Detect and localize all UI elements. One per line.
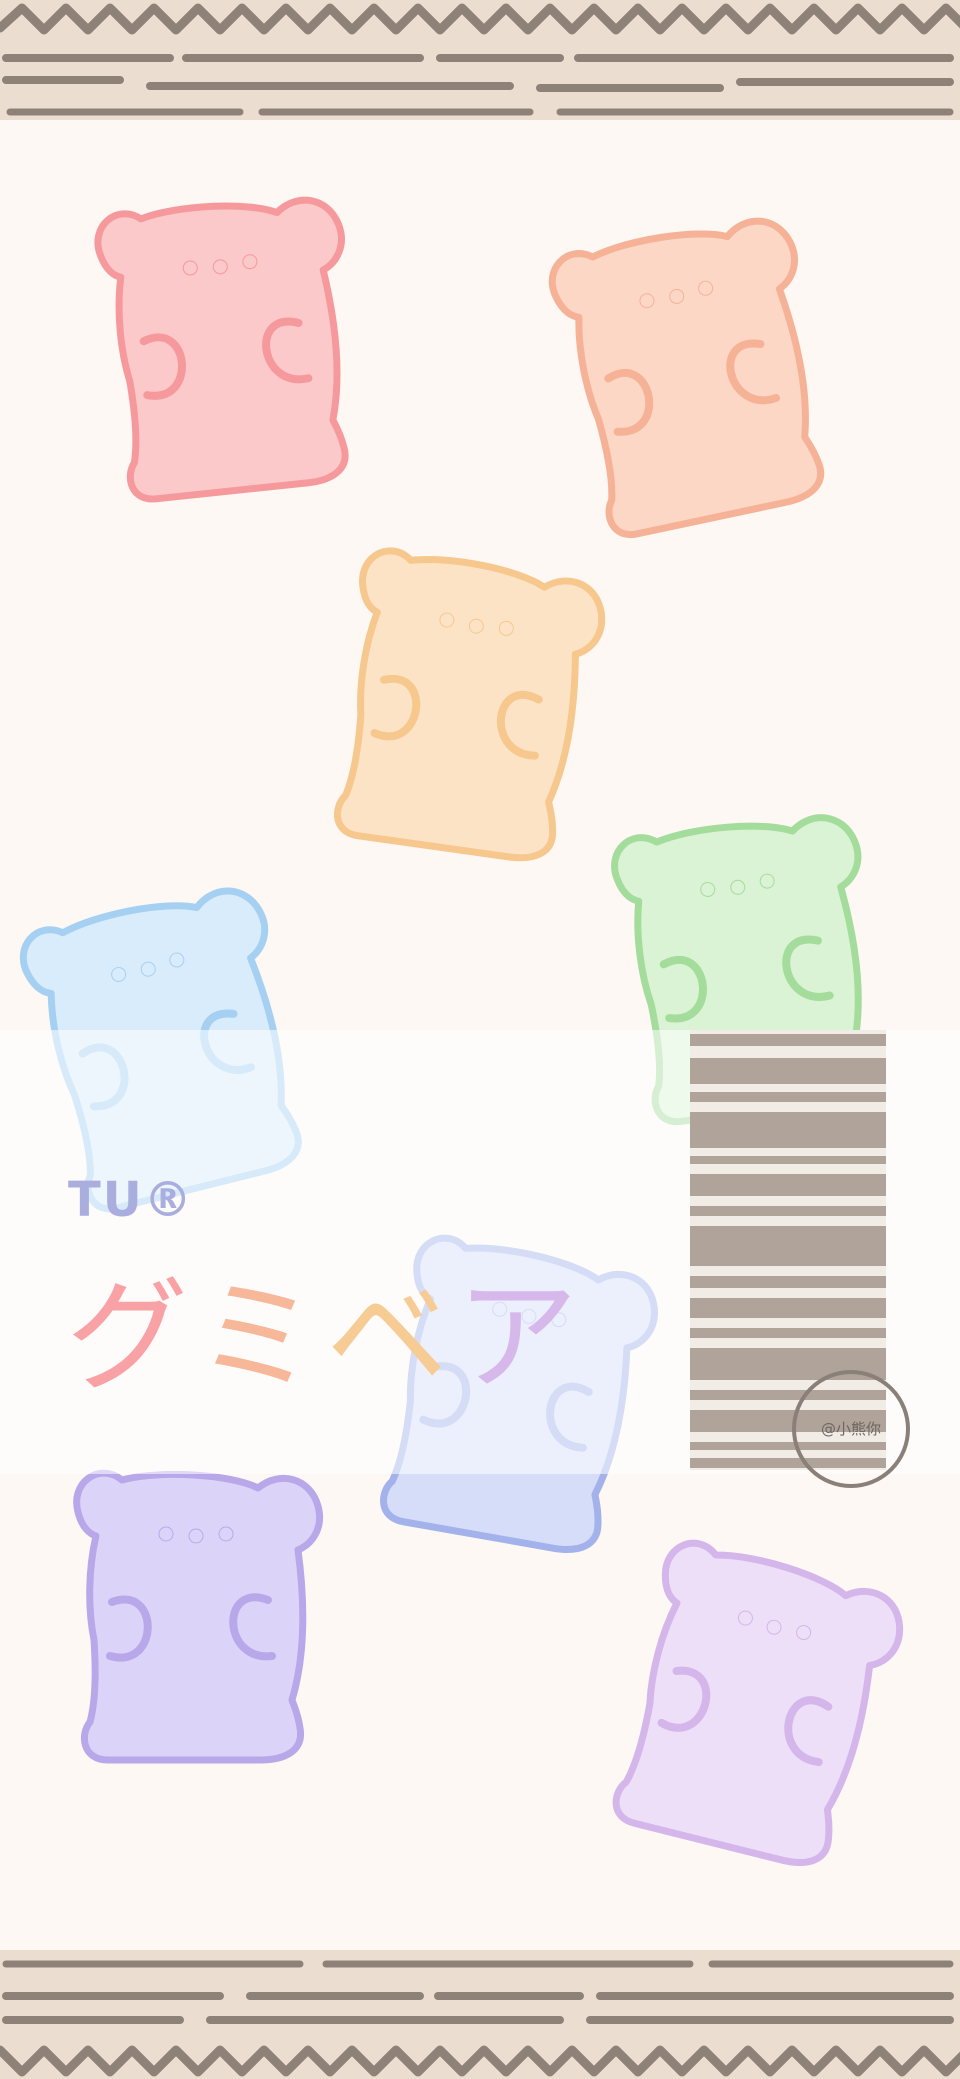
logo-title-glyph: ベ <box>326 1266 456 1408</box>
logo-title-text: グミベア <box>66 1238 586 1415</box>
bear-lilac <box>604 1537 909 1874</box>
logo-title: グミベア <box>66 1238 586 1415</box>
bear-yellow <box>327 547 607 865</box>
watermark-stamp-label: @小熊你 <box>820 1420 881 1438</box>
bear-red <box>95 191 367 502</box>
logo-small-text: TU® <box>68 1172 194 1228</box>
logo-title-glyph: ア <box>456 1266 586 1408</box>
wallpaper-artwork <box>0 0 960 2079</box>
bottom-border <box>0 1950 960 2079</box>
wallpaper: TU® グミベア @小熊你 <box>0 0 960 2079</box>
watermark-stamp: @小熊你 <box>792 1370 910 1488</box>
bear-purple <box>77 1473 320 1760</box>
bear-orange <box>547 209 844 540</box>
top-border <box>0 0 960 120</box>
logo-title-glyph: ミ <box>196 1266 326 1408</box>
logo-title-glyph: グ <box>66 1266 196 1408</box>
